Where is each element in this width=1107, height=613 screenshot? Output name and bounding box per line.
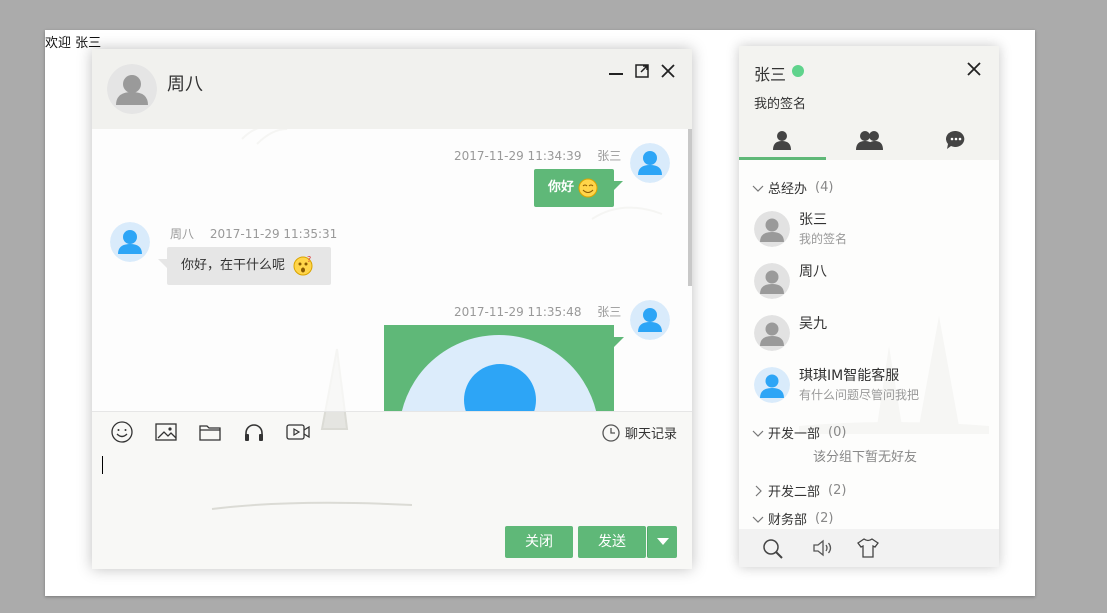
- message-meta: 2017-11-29 11:35:48 张三: [454, 303, 621, 320]
- close-icon[interactable]: [965, 60, 983, 78]
- chat-title: 周八: [167, 74, 203, 95]
- image-message-picture: [401, 335, 597, 411]
- friend-name: 吴九: [799, 316, 827, 332]
- minimize-icon: [609, 73, 623, 75]
- chevron-down-icon: [752, 185, 764, 192]
- message-sender: 张三: [597, 305, 622, 319]
- message-bubble[interactable]: 你好，在干什么呢 ?: [167, 247, 331, 285]
- group-header[interactable]: 开发二部 (2): [752, 481, 846, 500]
- emoji-icon[interactable]: [110, 420, 134, 444]
- empty-group-text: 该分组下暂无好友: [813, 450, 918, 465]
- clock-icon: [602, 423, 620, 442]
- message-bubble[interactable]: 你好: [534, 169, 614, 207]
- speaker-icon[interactable]: [811, 537, 835, 559]
- user-icon: [773, 131, 791, 150]
- svg-text:?: ?: [307, 256, 311, 264]
- group-count: (2): [828, 483, 847, 498]
- panel-header: 张三 我的签名: [739, 46, 999, 160]
- group-count: (2): [815, 511, 834, 526]
- buddy-panel: 张三 我的签名 总经办 (4) 张三 我的签名 周八 吴九 琪琪IM智能客服 有…: [739, 46, 999, 567]
- caret-down-icon: [656, 538, 669, 545]
- maximize-button[interactable]: [633, 62, 651, 80]
- chat-toolbar: 聊天记录: [92, 411, 692, 451]
- list-item[interactable]: 周八: [754, 261, 994, 305]
- friend-signature: 我的签名: [799, 232, 848, 246]
- image-icon[interactable]: [154, 420, 178, 444]
- group-count: (0): [828, 425, 847, 440]
- headphones-icon[interactable]: [242, 420, 266, 444]
- search-icon[interactable]: [761, 537, 785, 559]
- user-name[interactable]: 张三: [754, 61, 786, 85]
- chat-window: 周八 2017-11-29 11:34:39 张三 你好 周八 2017-11-…: [92, 49, 692, 569]
- chevron-down-icon: [752, 430, 764, 437]
- close-icon: [661, 64, 675, 78]
- friend-name: 张三: [799, 212, 827, 228]
- scrollbar[interactable]: [688, 129, 692, 286]
- chevron-down-icon: [752, 516, 764, 523]
- group-icon: [856, 131, 883, 150]
- avatar: [754, 211, 790, 247]
- send-button[interactable]: 发送: [578, 526, 646, 558]
- message-time: 2017-11-29 11:35:48: [454, 305, 582, 319]
- list-item[interactable]: 吴九: [754, 313, 994, 357]
- chat-header: 周八: [92, 49, 692, 129]
- video-icon[interactable]: [286, 420, 310, 444]
- avatar: [754, 315, 790, 351]
- my-avatar[interactable]: [630, 143, 670, 183]
- bubble-tail: [613, 181, 623, 191]
- message-text: 你好: [548, 180, 575, 195]
- wonder-emoji-icon: ?: [293, 256, 313, 276]
- friend-list[interactable]: 总经办 (4) 张三 我的签名 周八 吴九 琪琪IM智能客服 有什么问题尽管问我把…: [739, 160, 999, 529]
- group-header[interactable]: 财务部 (2): [752, 509, 833, 528]
- message-time: 2017-11-29 11:34:39: [454, 149, 582, 163]
- tab-history[interactable]: [913, 120, 999, 160]
- list-item[interactable]: 琪琪IM智能客服 有什么问题尽管问我把: [754, 365, 994, 409]
- friend-name: 琪琪IM智能客服: [799, 368, 900, 384]
- friend-name: 周八: [799, 264, 827, 280]
- contact-message-avatar[interactable]: [110, 222, 150, 262]
- message-meta: 周八 2017-11-29 11:35:31: [170, 225, 337, 242]
- online-status-indicator: [792, 65, 804, 77]
- message-list[interactable]: 2017-11-29 11:34:39 张三 你好 周八 2017-11-29 …: [92, 129, 692, 411]
- group-name: 开发一部: [768, 427, 821, 442]
- message-input[interactable]: [92, 451, 692, 521]
- chat-history-link[interactable]: 聊天记录: [602, 423, 677, 442]
- bubble-tail: [614, 337, 624, 347]
- text-caret: [102, 456, 103, 474]
- message-meta: 2017-11-29 11:34:39 张三: [454, 147, 621, 164]
- group-name: 开发二部: [768, 485, 821, 500]
- message-sender: 周八: [170, 227, 195, 241]
- tab-groups[interactable]: [826, 120, 912, 160]
- avatar: [754, 263, 790, 299]
- group-name: 财务部: [768, 513, 808, 528]
- chat-history-label: 聊天记录: [624, 427, 677, 442]
- minimize-button[interactable]: [607, 62, 625, 80]
- avatar: [754, 367, 790, 403]
- group-count: (4): [815, 180, 834, 195]
- close-button[interactable]: 关闭: [505, 526, 573, 558]
- user-signature[interactable]: 我的签名: [754, 93, 806, 112]
- smile-emoji-icon: [578, 178, 598, 198]
- close-window-button[interactable]: [659, 62, 677, 80]
- panel-footer: [739, 529, 999, 567]
- my-avatar[interactable]: [630, 300, 670, 340]
- send-options-button[interactable]: [647, 526, 677, 558]
- group-header[interactable]: 开发一部 (0): [752, 423, 846, 442]
- tab-friends[interactable]: [739, 120, 825, 160]
- friend-signature: 有什么问题尽管问我把: [799, 388, 920, 402]
- chevron-right-icon: [755, 485, 762, 496]
- message-sender: 张三: [597, 149, 622, 163]
- list-item[interactable]: 张三 我的签名: [754, 209, 994, 253]
- chat-bubble-icon: [945, 130, 965, 149]
- message-time: 2017-11-29 11:35:31: [209, 227, 338, 241]
- group-name: 总经办: [768, 182, 808, 197]
- message-text: 你好，在干什么呢: [181, 258, 286, 273]
- contact-avatar[interactable]: [107, 64, 157, 114]
- skin-icon[interactable]: [856, 537, 880, 559]
- image-message-bubble[interactable]: [384, 325, 614, 411]
- maximize-icon: [635, 64, 649, 78]
- group-header[interactable]: 总经办 (4): [752, 178, 833, 197]
- folder-icon[interactable]: [198, 420, 222, 444]
